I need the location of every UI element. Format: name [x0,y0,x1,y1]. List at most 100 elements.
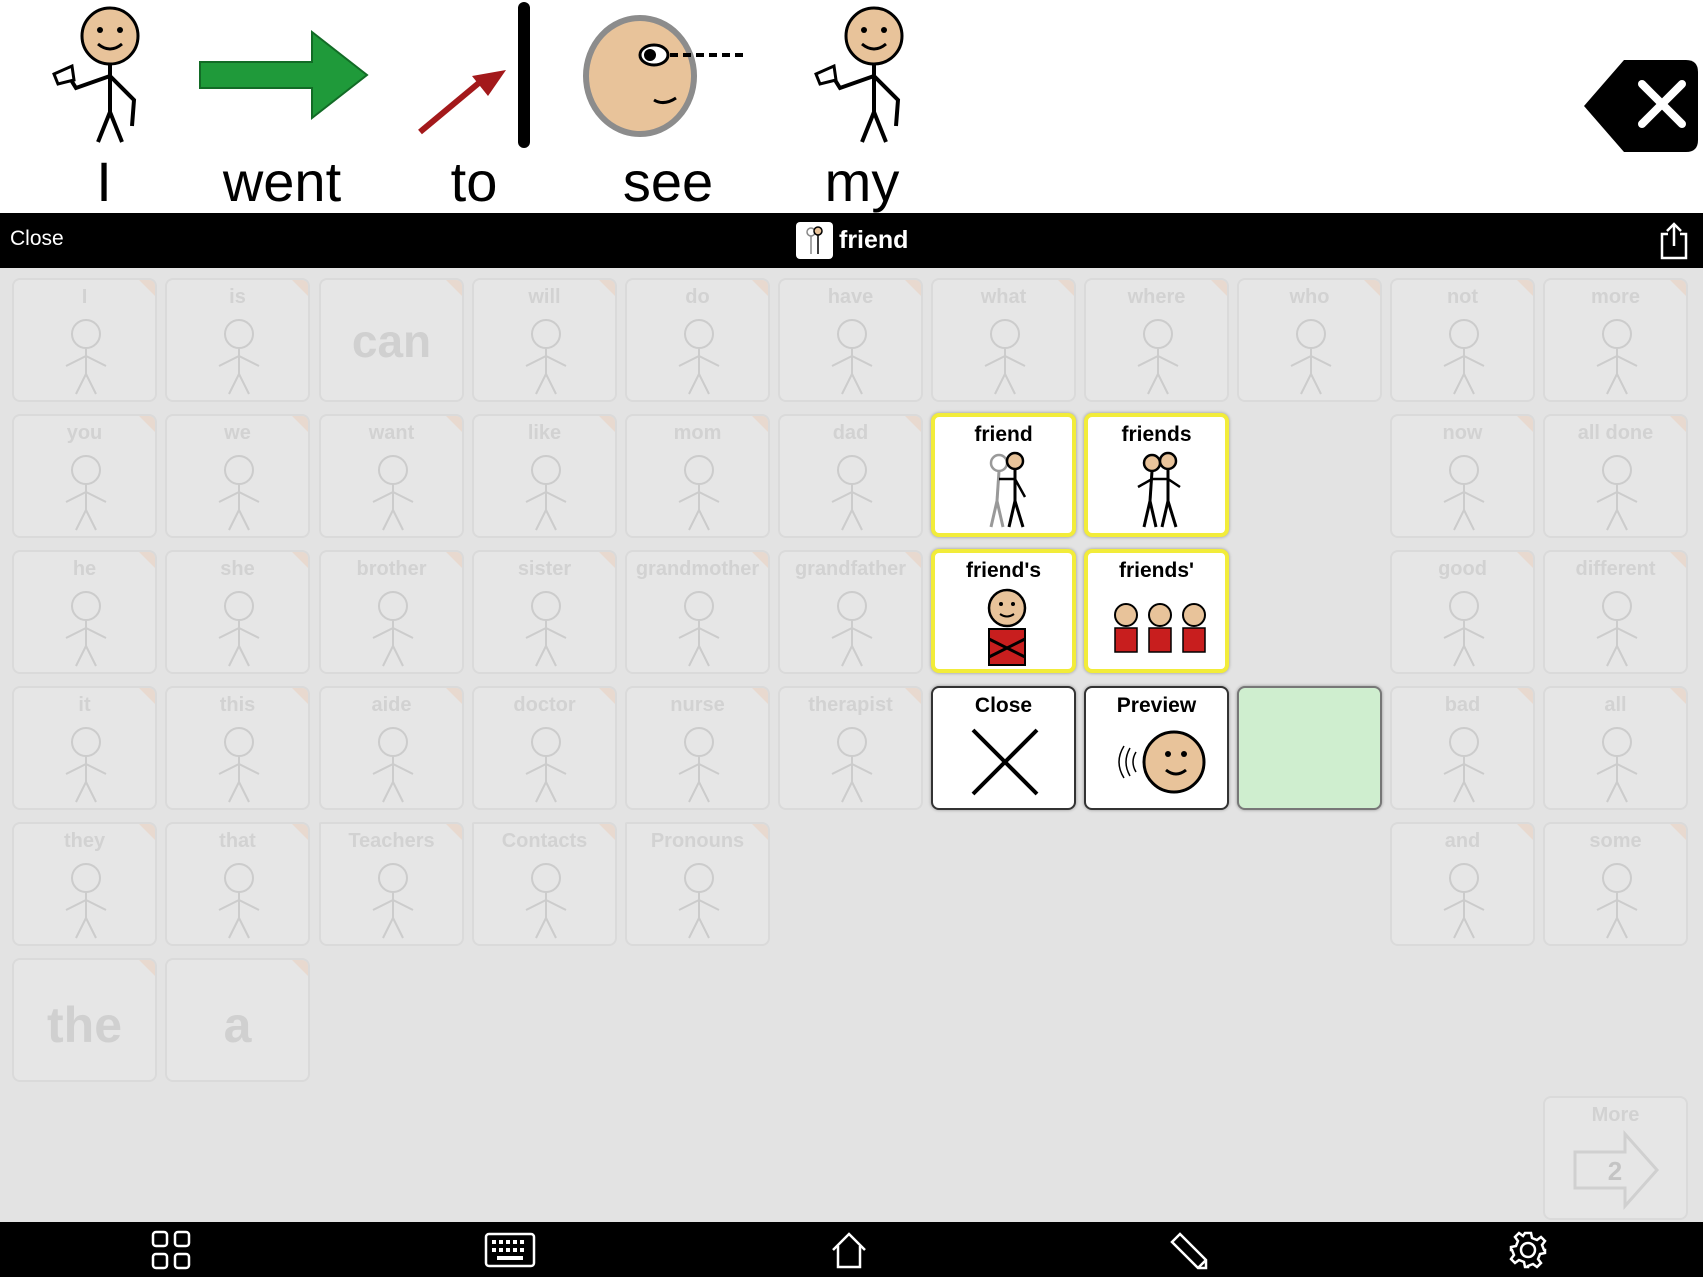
grid-cell-all-done[interactable]: all done [1543,414,1688,538]
grid-cell-is[interactable]: is [165,278,310,402]
person-pointing-self-icon [814,6,904,143]
word-form-friend[interactable]: friend [931,413,1076,537]
grid-cell-label: sister [517,558,572,580]
close-popover-button[interactable]: Close [931,686,1076,810]
home-icon[interactable] [829,1230,869,1270]
grid-cell-label: a [223,997,252,1053]
sentence-word-i[interactable]: I [14,0,194,213]
grid-cell-want[interactable]: want [319,414,464,538]
grid-cell-you[interactable]: you [12,414,157,538]
share-icon[interactable] [1658,220,1690,265]
word-form-friends-plural-possessive[interactable]: friends' [1084,549,1229,673]
grid-cell-will[interactable]: will [472,278,617,402]
grid-cell-the[interactable]: the [12,958,157,1082]
symbol-icon [678,727,720,803]
grid-cell-label: we [224,422,251,444]
grid-cell-where[interactable]: where [1084,278,1229,402]
grid-cell-nurse[interactable]: nurse [625,686,770,810]
symbol-icon [984,319,1026,395]
grid-cell-that[interactable]: that [165,822,310,946]
grid-cell-she[interactable]: she [165,550,310,674]
grid-cell-they[interactable]: they [12,822,157,946]
grid-cell-pronouns[interactable]: Pronouns [625,822,770,946]
grid-cell-what[interactable]: what [931,278,1076,402]
grid-cell-label: like [527,422,562,444]
grid-cell-different[interactable]: different [1543,550,1688,674]
grid-cell-sister[interactable]: sister [472,550,617,674]
symbol-icon [525,727,567,803]
message-bar[interactable]: I went to see my [0,0,1703,213]
grid-cell-we[interactable]: we [165,414,310,538]
grid-cell-label: good [1438,558,1487,580]
cell-corner-tab [446,280,462,296]
grid-cell-brother[interactable]: brother [319,550,464,674]
keyboard-icon[interactable] [484,1230,536,1270]
symbol-icon [218,591,260,667]
word-form-friends-possessive[interactable]: friend's [931,549,1076,673]
grid-cell-it[interactable]: it [12,686,157,810]
gear-icon[interactable] [1508,1230,1548,1270]
grid-cell-grandmother[interactable]: grandmother [625,550,770,674]
grid-cell-all[interactable]: all [1543,686,1688,810]
grid-cell-now[interactable]: now [1390,414,1535,538]
grid-cell-a[interactable]: a [165,958,310,1082]
sentence-word-label: my [824,150,900,213]
grid-cell-label: different [1575,558,1656,580]
sentence-word-label: I [96,150,112,213]
word-form-friends[interactable]: friends [1084,413,1229,537]
grid-cell-do[interactable]: do [625,278,770,402]
grid-cell-label: Contacts [501,830,588,852]
close-link[interactable]: Close [10,227,64,251]
grid-cell-doctor[interactable]: doctor [472,686,617,810]
grid-cell-he[interactable]: he [12,550,157,674]
friends-group-icon [1137,451,1181,528]
grid-icon[interactable] [151,1230,191,1270]
sentence-word-label: went [222,150,342,213]
grid-cell-label: who [1289,286,1330,308]
grid-cell-label: will [528,286,561,308]
sentence-word-to[interactable]: to [384,0,564,213]
grid-cell-label: and [1444,830,1481,852]
grid-cell-some[interactable]: some [1543,822,1688,946]
sentence-word-my[interactable]: my [772,0,952,213]
grid-cell-this[interactable]: this [165,686,310,810]
sentence-word-label: to [450,150,498,213]
symbol-icon [65,319,107,395]
grid-cell-label: can [351,315,432,367]
grid-cell-contacts[interactable]: Contacts [472,822,617,946]
sentence-word-went[interactable]: went [192,0,372,213]
grid-cell-label: doctor [513,694,576,716]
person-pointing-self-icon [52,6,140,143]
grid-cell-more[interactable]: more [1543,278,1688,402]
grid-cell-not[interactable]: not [1390,278,1535,402]
symbol-icon [831,319,873,395]
symbol-icon [372,455,414,531]
grid-cell-and[interactable]: and [1390,822,1535,946]
delete-button[interactable] [1582,58,1699,154]
grid-cell-grandfather[interactable]: grandfather [778,550,923,674]
grid-cell-dad[interactable]: dad [778,414,923,538]
symbol-icon [1596,455,1638,531]
grid-cell-label: aide [371,694,412,716]
cell-corner-tab [139,960,155,976]
popover-header: Close friend [0,213,1703,268]
grid-cell-therapist[interactable]: therapist [778,686,923,810]
grid-cell-aide[interactable]: aide [319,686,464,810]
page-title: friend [839,225,909,254]
grid-cell-teachers[interactable]: Teachers [319,822,464,946]
grid-cell-mom[interactable]: mom [625,414,770,538]
grid-cell-good[interactable]: good [1390,550,1535,674]
sentence-word-see[interactable]: see [578,0,758,213]
grid-cell-bad[interactable]: bad [1390,686,1535,810]
grid-cell-like[interactable]: like [472,414,617,538]
grid-cell-have[interactable]: have [778,278,923,402]
grid-cell-label: more [1591,286,1640,308]
more-page-button[interactable]: More 2 [1543,1096,1688,1220]
grid-cell-can[interactable]: can [319,278,464,402]
pencil-icon[interactable] [1168,1230,1208,1270]
grid-cell-i[interactable]: I [12,278,157,402]
app-root: I went to see my Close friend I is can w… [0,0,1703,1277]
symbol-icon [1443,591,1485,667]
grid-cell-who[interactable]: who [1237,278,1382,402]
preview-button[interactable]: Preview [1084,686,1229,810]
